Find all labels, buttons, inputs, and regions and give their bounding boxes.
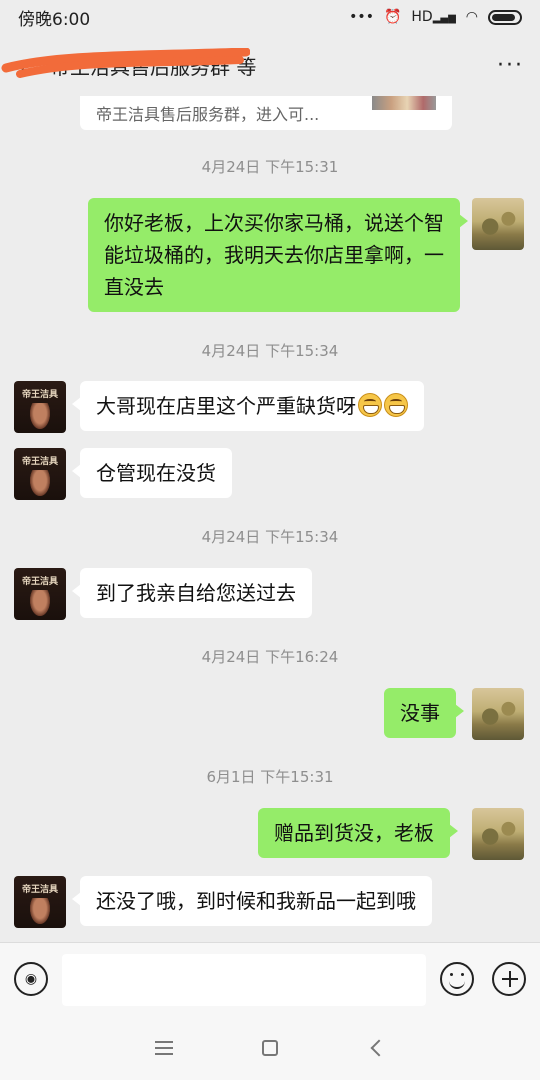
input-bar: ◉ bbox=[0, 942, 540, 1016]
menu-icon[interactable] bbox=[154, 1041, 173, 1055]
system-nav-bar bbox=[0, 1016, 540, 1080]
message-bubble-me[interactable]: 你好老板，上次买你家马桶，说送个智能垃圾桶的，我明天去你店里拿啊，一直没去 bbox=[88, 198, 468, 312]
avatar-figure bbox=[30, 403, 50, 429]
status-icons: ••• ⏰ HD▂▄▆ ◠ bbox=[349, 9, 522, 25]
shop-avatar[interactable]: 帝王洁具 bbox=[14, 568, 66, 620]
network-badge: HD bbox=[411, 9, 433, 25]
grin-emoji bbox=[384, 393, 408, 417]
message-input[interactable] bbox=[62, 954, 426, 1006]
dots-icon: ••• bbox=[349, 9, 374, 25]
avatar-figure bbox=[30, 590, 50, 616]
battery-icon bbox=[488, 9, 522, 25]
chat-title: 帝王洁具售后服务群 等 bbox=[50, 54, 257, 79]
shop-avatar[interactable]: 帝王洁具 bbox=[14, 381, 66, 433]
avatar-brand: 帝王洁具 bbox=[21, 577, 58, 587]
group-thumbnail bbox=[372, 96, 436, 110]
shop-avatar[interactable]: 帝王洁具 bbox=[14, 876, 66, 928]
chat-header: ‹ 帝王洁具售后服务群 等 ··· bbox=[0, 34, 540, 96]
timestamp: 4月24日 下午16:24 bbox=[201, 648, 339, 666]
avatar-brand: 帝王洁具 bbox=[21, 457, 58, 467]
plus-icon[interactable] bbox=[492, 962, 526, 996]
home-icon[interactable] bbox=[261, 1040, 278, 1056]
emoji-icon[interactable] bbox=[440, 962, 474, 996]
shop-avatar[interactable]: 帝王洁具 bbox=[14, 448, 66, 500]
avatar-brand: 帝王洁具 bbox=[21, 390, 58, 400]
timestamp: 4月24日 下午15:31 bbox=[201, 158, 339, 176]
chat-area[interactable]: 帝王洁具售后服务群，进入可... 4月24日 下午15:31 你好老板，上次买你… bbox=[0, 96, 540, 942]
message-bubble-me[interactable]: 赠品到货没，老板 bbox=[258, 808, 458, 858]
message-text: 大哥现在店里这个严重缺货呀 bbox=[96, 394, 356, 418]
avatar-figure bbox=[30, 898, 50, 924]
message-bubble-other[interactable]: 到了我亲自给您送过去 bbox=[72, 568, 312, 618]
wifi-icon: ◠ bbox=[465, 9, 478, 25]
message-bubble-other[interactable]: 大哥现在店里这个严重缺货呀 bbox=[72, 381, 424, 431]
avatar-figure bbox=[30, 470, 50, 496]
my-avatar[interactable] bbox=[472, 198, 524, 250]
group-invite-text: 帝王洁具售后服务群，进入可... bbox=[96, 105, 320, 124]
signal-icon: HD▂▄▆ bbox=[411, 9, 456, 25]
avatar-brand: 帝王洁具 bbox=[21, 885, 58, 895]
my-avatar[interactable] bbox=[472, 688, 524, 740]
back-icon[interactable]: ‹ bbox=[16, 50, 44, 80]
timestamp: 4月24日 下午15:34 bbox=[201, 342, 339, 360]
group-invite-card[interactable]: 帝王洁具售后服务群，进入可... bbox=[80, 96, 452, 130]
grin-emoji bbox=[358, 393, 382, 417]
my-avatar[interactable] bbox=[472, 808, 524, 860]
message-bubble-other[interactable]: 还没了哦，到时候和我新品一起到哦 bbox=[72, 876, 432, 926]
voice-icon[interactable]: ◉ bbox=[14, 962, 48, 996]
status-bar: 傍晚6:00 ••• ⏰ HD▂▄▆ ◠ bbox=[0, 0, 540, 34]
message-bubble-me[interactable]: 没事 bbox=[384, 688, 464, 738]
timestamp: 6月1日 下午15:31 bbox=[206, 768, 334, 786]
status-time: 傍晚6:00 bbox=[18, 9, 91, 30]
message-bubble-other[interactable]: 仓管现在没货 bbox=[72, 448, 232, 498]
nav-back-icon[interactable] bbox=[370, 1039, 388, 1057]
timestamp: 4月24日 下午15:34 bbox=[201, 528, 339, 546]
more-icon[interactable]: ··· bbox=[497, 53, 524, 78]
alarm-icon: ⏰ bbox=[383, 9, 402, 25]
